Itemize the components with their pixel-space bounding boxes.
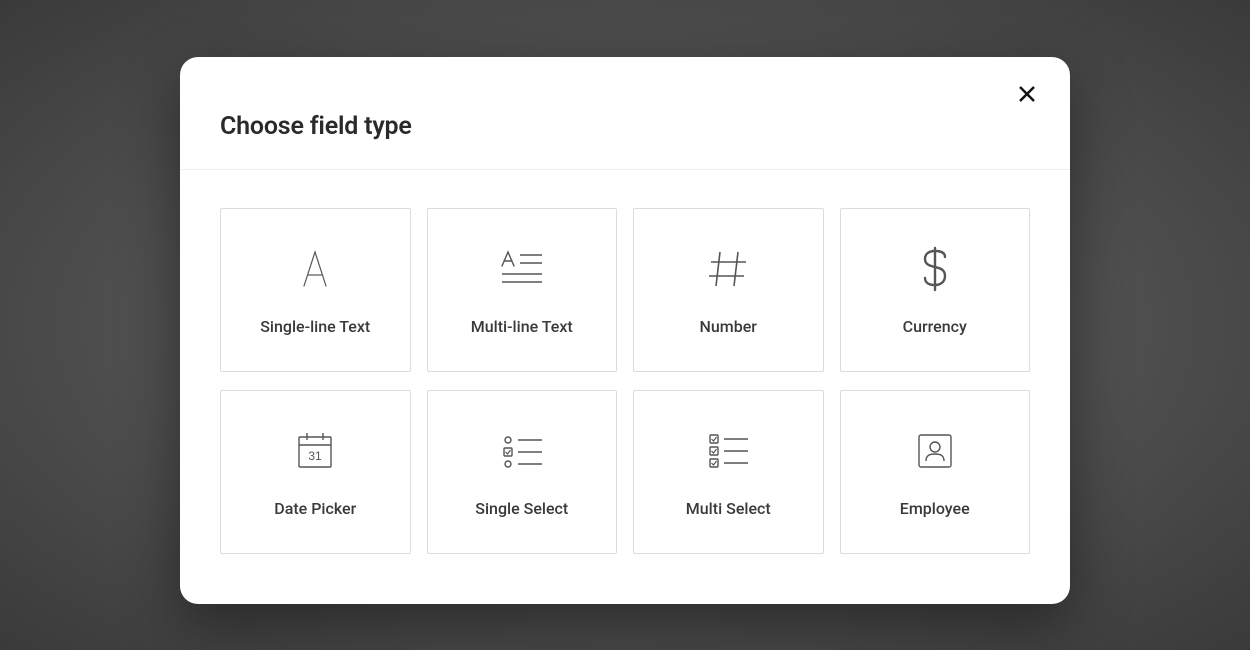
option-label: Single Select [475,499,568,518]
employee-icon [913,425,957,477]
option-employee[interactable]: Employee [840,390,1031,554]
option-number[interactable]: Number [633,208,824,372]
option-single-line-text[interactable]: Single-line Text [220,208,411,372]
option-label: Multi-line Text [471,317,573,336]
option-multi-line-text[interactable]: Multi-line Text [427,208,618,372]
option-label: Single-line Text [260,317,370,336]
modal-title: Choose field type [220,112,1030,141]
option-label: Currency [903,317,967,336]
multi-select-icon [704,425,752,477]
modal-header: Choose field type [180,57,1070,170]
calendar-icon: 31 [293,425,337,477]
option-label: Multi Select [686,499,771,518]
field-type-grid: Single-line Text Multi-line Text [180,170,1070,604]
single-select-icon [498,425,546,477]
multiline-text-icon [497,243,547,295]
option-label: Date Picker [274,499,356,518]
option-date-picker[interactable]: 31 Date Picker [220,390,411,554]
close-button[interactable] [1012,79,1042,109]
option-multi-select[interactable]: Multi Select [633,390,824,554]
option-currency[interactable]: Currency [840,208,1031,372]
option-single-select[interactable]: Single Select [427,390,618,554]
svg-text:31: 31 [309,449,323,463]
hash-icon [706,243,750,295]
close-icon [1019,86,1035,102]
choose-field-type-modal: Choose field type Single-line Text [180,57,1070,604]
letter-a-icon [292,243,338,295]
option-label: Employee [900,499,970,518]
dollar-icon [920,243,950,295]
option-label: Number [700,317,757,336]
